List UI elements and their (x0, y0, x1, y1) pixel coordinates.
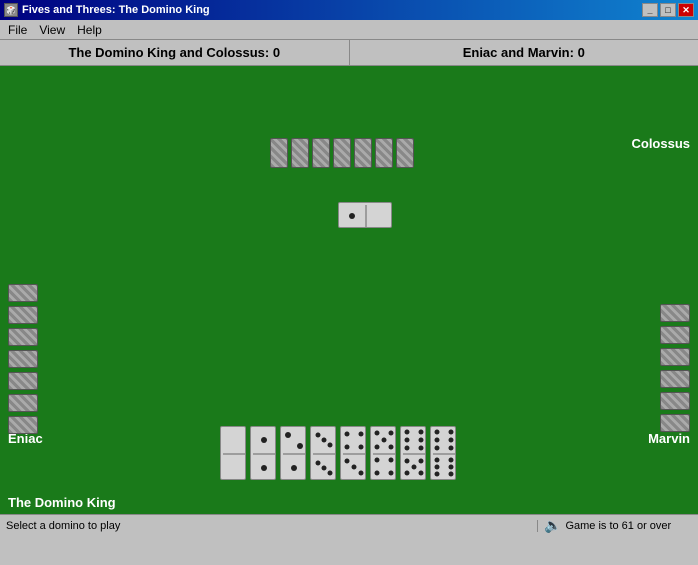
game-area: Colossus Eniac Marvin The Domino King (0, 66, 698, 514)
title-bar-left: 🎲 Fives and Threes: The Domino King (4, 3, 210, 17)
status-message: Select a domino to play (0, 520, 538, 532)
king-tile-2[interactable] (280, 426, 306, 480)
marvin-tile-4 (660, 370, 690, 388)
maximize-button[interactable]: □ (660, 3, 676, 17)
colossus-tile-4 (333, 138, 351, 168)
score-right: Eniac and Marvin: 0 (350, 40, 698, 65)
colossus-tile-5 (354, 138, 372, 168)
player-colossus: Colossus (631, 136, 690, 151)
menu-view[interactable]: View (33, 21, 71, 39)
menu-bar: File View Help (0, 20, 698, 40)
title-text: Fives and Threes: The Domino King (22, 4, 210, 16)
player-domino-king: The Domino King (8, 495, 116, 510)
menu-file[interactable]: File (2, 21, 33, 39)
marvin-tile-6 (660, 414, 690, 432)
marvin-tile-1 (660, 304, 690, 322)
colossus-tile-7 (396, 138, 414, 168)
menu-help[interactable]: Help (71, 21, 108, 39)
king-tile-1[interactable] (250, 426, 276, 480)
title-bar: 🎲 Fives and Threes: The Domino King _ □ … (0, 0, 698, 20)
eniac-tile-5 (8, 372, 38, 390)
score-bar: The Domino King and Colossus: 0 Eniac an… (0, 40, 698, 66)
app-icon: 🎲 (4, 3, 18, 17)
eniac-tile-2 (8, 306, 38, 324)
marvin-tile-3 (660, 348, 690, 366)
marvin-tile-2 (660, 326, 690, 344)
minimize-button[interactable]: _ (642, 3, 658, 17)
eniac-tile-1 (8, 284, 38, 302)
king-tile-7[interactable] (430, 426, 456, 480)
eniac-tile-6 (8, 394, 38, 412)
eniac-tile-7 (8, 416, 38, 434)
close-button[interactable]: ✕ (678, 3, 694, 17)
status-right: 🔈 Game is to 61 or over (538, 517, 698, 534)
colossus-tile-1 (270, 138, 288, 168)
colossus-tile-3 (312, 138, 330, 168)
title-buttons[interactable]: _ □ ✕ (642, 3, 694, 17)
king-tile-3[interactable] (310, 426, 336, 480)
center-domino (338, 202, 392, 228)
king-tile-5[interactable] (370, 426, 396, 480)
king-tile-0[interactable] (220, 426, 246, 480)
king-tile-4[interactable] (340, 426, 366, 480)
eniac-tile-3 (8, 328, 38, 346)
eniac-tile-4 (8, 350, 38, 368)
game-status: Game is to 61 or over (565, 520, 671, 532)
speaker-icon: 🔈 (544, 517, 561, 534)
score-left: The Domino King and Colossus: 0 (0, 40, 350, 65)
colossus-tile-6 (375, 138, 393, 168)
status-bar: Select a domino to play 🔈 Game is to 61 … (0, 514, 698, 536)
player-marvin: Marvin (648, 431, 690, 446)
marvin-tile-5 (660, 392, 690, 410)
colossus-tile-2 (291, 138, 309, 168)
king-tile-6[interactable] (400, 426, 426, 480)
